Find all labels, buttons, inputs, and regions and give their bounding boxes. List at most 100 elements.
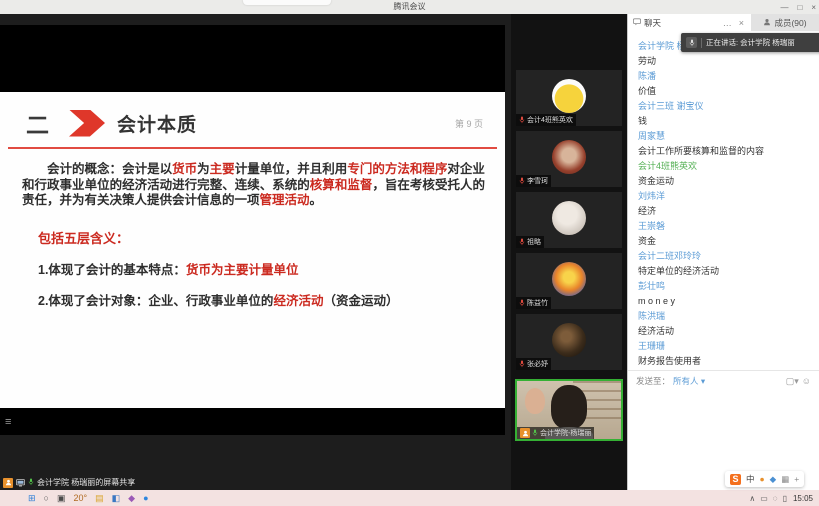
minimize-button[interactable]: —	[780, 3, 788, 12]
participant-name: 祖略	[527, 237, 541, 247]
tab-members[interactable]: 成员(90)	[751, 14, 819, 31]
chat-message-text: m o n e y	[638, 294, 809, 309]
video-tile[interactable]: 祖略	[516, 192, 622, 248]
ime-mic-icon[interactable]: ◆	[770, 474, 777, 485]
host-icon	[3, 478, 13, 488]
tray-status-icon-1[interactable]: ▭	[760, 494, 768, 503]
screen-icon	[16, 479, 25, 487]
text-run: 会计的概念：	[47, 162, 122, 176]
chat-message-text: 特定单位的经济活动	[638, 264, 809, 279]
participant-name: 张必妤	[527, 359, 548, 369]
chat-message-text: 经济	[638, 204, 809, 219]
duck-avatar	[552, 79, 586, 113]
dark-avatar	[552, 323, 586, 357]
text-run: 2.体现了会计对象：企业、行政事业单位的	[38, 294, 273, 308]
chat-sender: 陈洪瑞	[638, 309, 809, 324]
chat-bubble-icon	[633, 18, 641, 28]
chat-message-text: 资金	[638, 234, 809, 249]
slide-header: 二 会计本质 第 9 页	[0, 92, 505, 140]
text-run: 主要	[210, 162, 235, 176]
person-hair	[551, 385, 587, 429]
muted-mic-icon	[519, 299, 525, 307]
slideshow-stage: 二 会计本质 第 9 页 会计的概念：会计是以货币为主要计量单位，并且利用专门的…	[0, 25, 505, 435]
buddha-avatar	[552, 262, 586, 296]
ime-pen-icon[interactable]: ●	[760, 474, 765, 484]
members-tab-label: 成员(90)	[774, 17, 806, 29]
screen-share-banner: 会计学院 杨瑞丽的屏幕共享	[3, 476, 135, 489]
participant-name-label: 张必妤	[516, 358, 551, 370]
maximize-button[interactable]: □	[797, 3, 802, 12]
chevron-down-icon: ▾	[701, 376, 705, 386]
chat-sender: 王崇磐	[638, 219, 809, 234]
mic-icon	[532, 429, 538, 437]
text-run: 货币为主要计量单位	[186, 263, 299, 277]
close-button[interactable]: ×	[811, 3, 816, 12]
concept-paragraph: 会计的概念：会计是以货币为主要计量单位，并且利用专门的方法和程序对企业和行政事业…	[22, 162, 485, 209]
muted-mic-icon	[519, 360, 525, 368]
active-mic-icon	[28, 478, 34, 488]
participant-name-label: 会计4班熊英欢	[516, 114, 576, 126]
system-tray: ∧ ▭ ◌ ▯	[749, 494, 787, 503]
ime-lang-toggle[interactable]: 中	[746, 473, 755, 485]
woman-avatar	[552, 140, 586, 174]
video-tile[interactable]: 张必妤	[516, 314, 622, 370]
chat-sender: 刘炜洋	[638, 189, 809, 204]
header-rule	[8, 147, 497, 149]
muted-mic-icon	[519, 116, 525, 124]
participant-name: 会计4班熊英欢	[527, 115, 573, 125]
video-tile[interactable]: 会计学院-杨瑞丽	[515, 379, 623, 441]
file-explorer-icon[interactable]: ▤	[95, 490, 104, 506]
section-number: 二	[26, 106, 49, 140]
video-thumbnail-column[interactable]: 会计4班熊英欢李雪珂祖略陈益竹张必妤会计学院-杨瑞丽	[511, 14, 627, 490]
presentation-slide: 二 会计本质 第 9 页 会计的概念：会计是以货币为主要计量单位，并且利用专门的…	[0, 92, 505, 408]
slide-title: 会计本质	[117, 110, 197, 137]
video-tile[interactable]: 会计4班熊英欢	[516, 70, 622, 126]
weather-widget[interactable]: 20°	[74, 490, 88, 506]
chat-message-list[interactable]: 会计学院 杨瑞丽劳动陈潘价值会计三班 谢宝仪钱周家慧会计工作所要核算和监督的内容…	[628, 31, 819, 370]
text-run: （资金运动）	[323, 294, 398, 308]
meeting-app-icon[interactable]: ●	[143, 490, 148, 506]
start-button[interactable]: ⊞	[28, 490, 36, 506]
participant-name: 李雪珂	[527, 176, 548, 186]
panel-tabs: 聊天 … × 成员(90)	[628, 14, 819, 31]
tray-status-icon-2[interactable]: ◌	[773, 494, 778, 503]
ime-toolbox-icon[interactable]: +	[794, 474, 799, 484]
divider	[701, 38, 702, 48]
file-attach-icon[interactable]: ▢▾	[786, 376, 799, 387]
search-button[interactable]: ○	[44, 490, 49, 506]
chat-message-text: 会计工作所要核算和监督的内容	[638, 144, 809, 159]
photos-app-icon[interactable]: ◧	[112, 490, 121, 506]
taskbar-clock[interactable]: 15:05	[793, 494, 813, 503]
slide-subtitle: 包括五层含义：	[38, 228, 505, 247]
chat-message-text: 劳动	[638, 54, 809, 69]
close-panel-icon[interactable]: ×	[737, 18, 746, 28]
chat-message-text: 经济活动	[638, 324, 809, 339]
chat-message-text: 价值	[638, 84, 809, 99]
more-options-icon[interactable]: …	[721, 18, 734, 28]
chat-message-text: 资金运动	[638, 174, 809, 189]
tray-status-icon-3[interactable]: ▯	[783, 494, 787, 503]
task-view-button[interactable]: ▣	[57, 490, 66, 506]
os-taskbar: ⊞ ○ ▣ 20° ▤ ◧ ◆ ● ∧ ▭ ◌ ▯ 15:05	[0, 490, 819, 506]
video-tile[interactable]: 陈益竹	[516, 253, 622, 309]
text-run: 管理活动	[260, 193, 310, 207]
participant-name-label: 李雪珂	[516, 175, 551, 187]
tab-chat[interactable]: 聊天 … ×	[628, 14, 751, 31]
chevron-arrow-icon	[69, 110, 105, 137]
person-icon	[763, 18, 771, 28]
tray-expand-icon[interactable]: ∧	[749, 494, 755, 503]
taskbar-icons: ⊞ ○ ▣ 20° ▤ ◧ ◆ ●	[28, 490, 149, 506]
paint-app-icon[interactable]: ◆	[128, 490, 135, 506]
video-tile[interactable]: 李雪珂	[516, 131, 622, 187]
sogou-logo-icon[interactable]: S	[730, 474, 741, 485]
emoji-icon[interactable]: ☺	[802, 376, 811, 386]
shared-screen-region: 二 会计本质 第 9 页 会计的概念：会计是以货币为主要计量单位，并且利用专门的…	[0, 14, 511, 490]
ime-board-icon[interactable]: ▦	[781, 474, 789, 485]
text-run: 1.体现了会计的基本特点：	[38, 263, 186, 277]
speaking-tooltip-text: 正在讲话: 会计学院 杨瑞丽	[706, 37, 795, 48]
text-run: 。	[310, 193, 323, 207]
person-face	[525, 388, 545, 414]
slideshow-menu-icon: ≡	[5, 416, 11, 428]
chat-sender: 会计4班熊英欢	[638, 159, 809, 174]
text-run: 会计是以	[122, 162, 172, 176]
